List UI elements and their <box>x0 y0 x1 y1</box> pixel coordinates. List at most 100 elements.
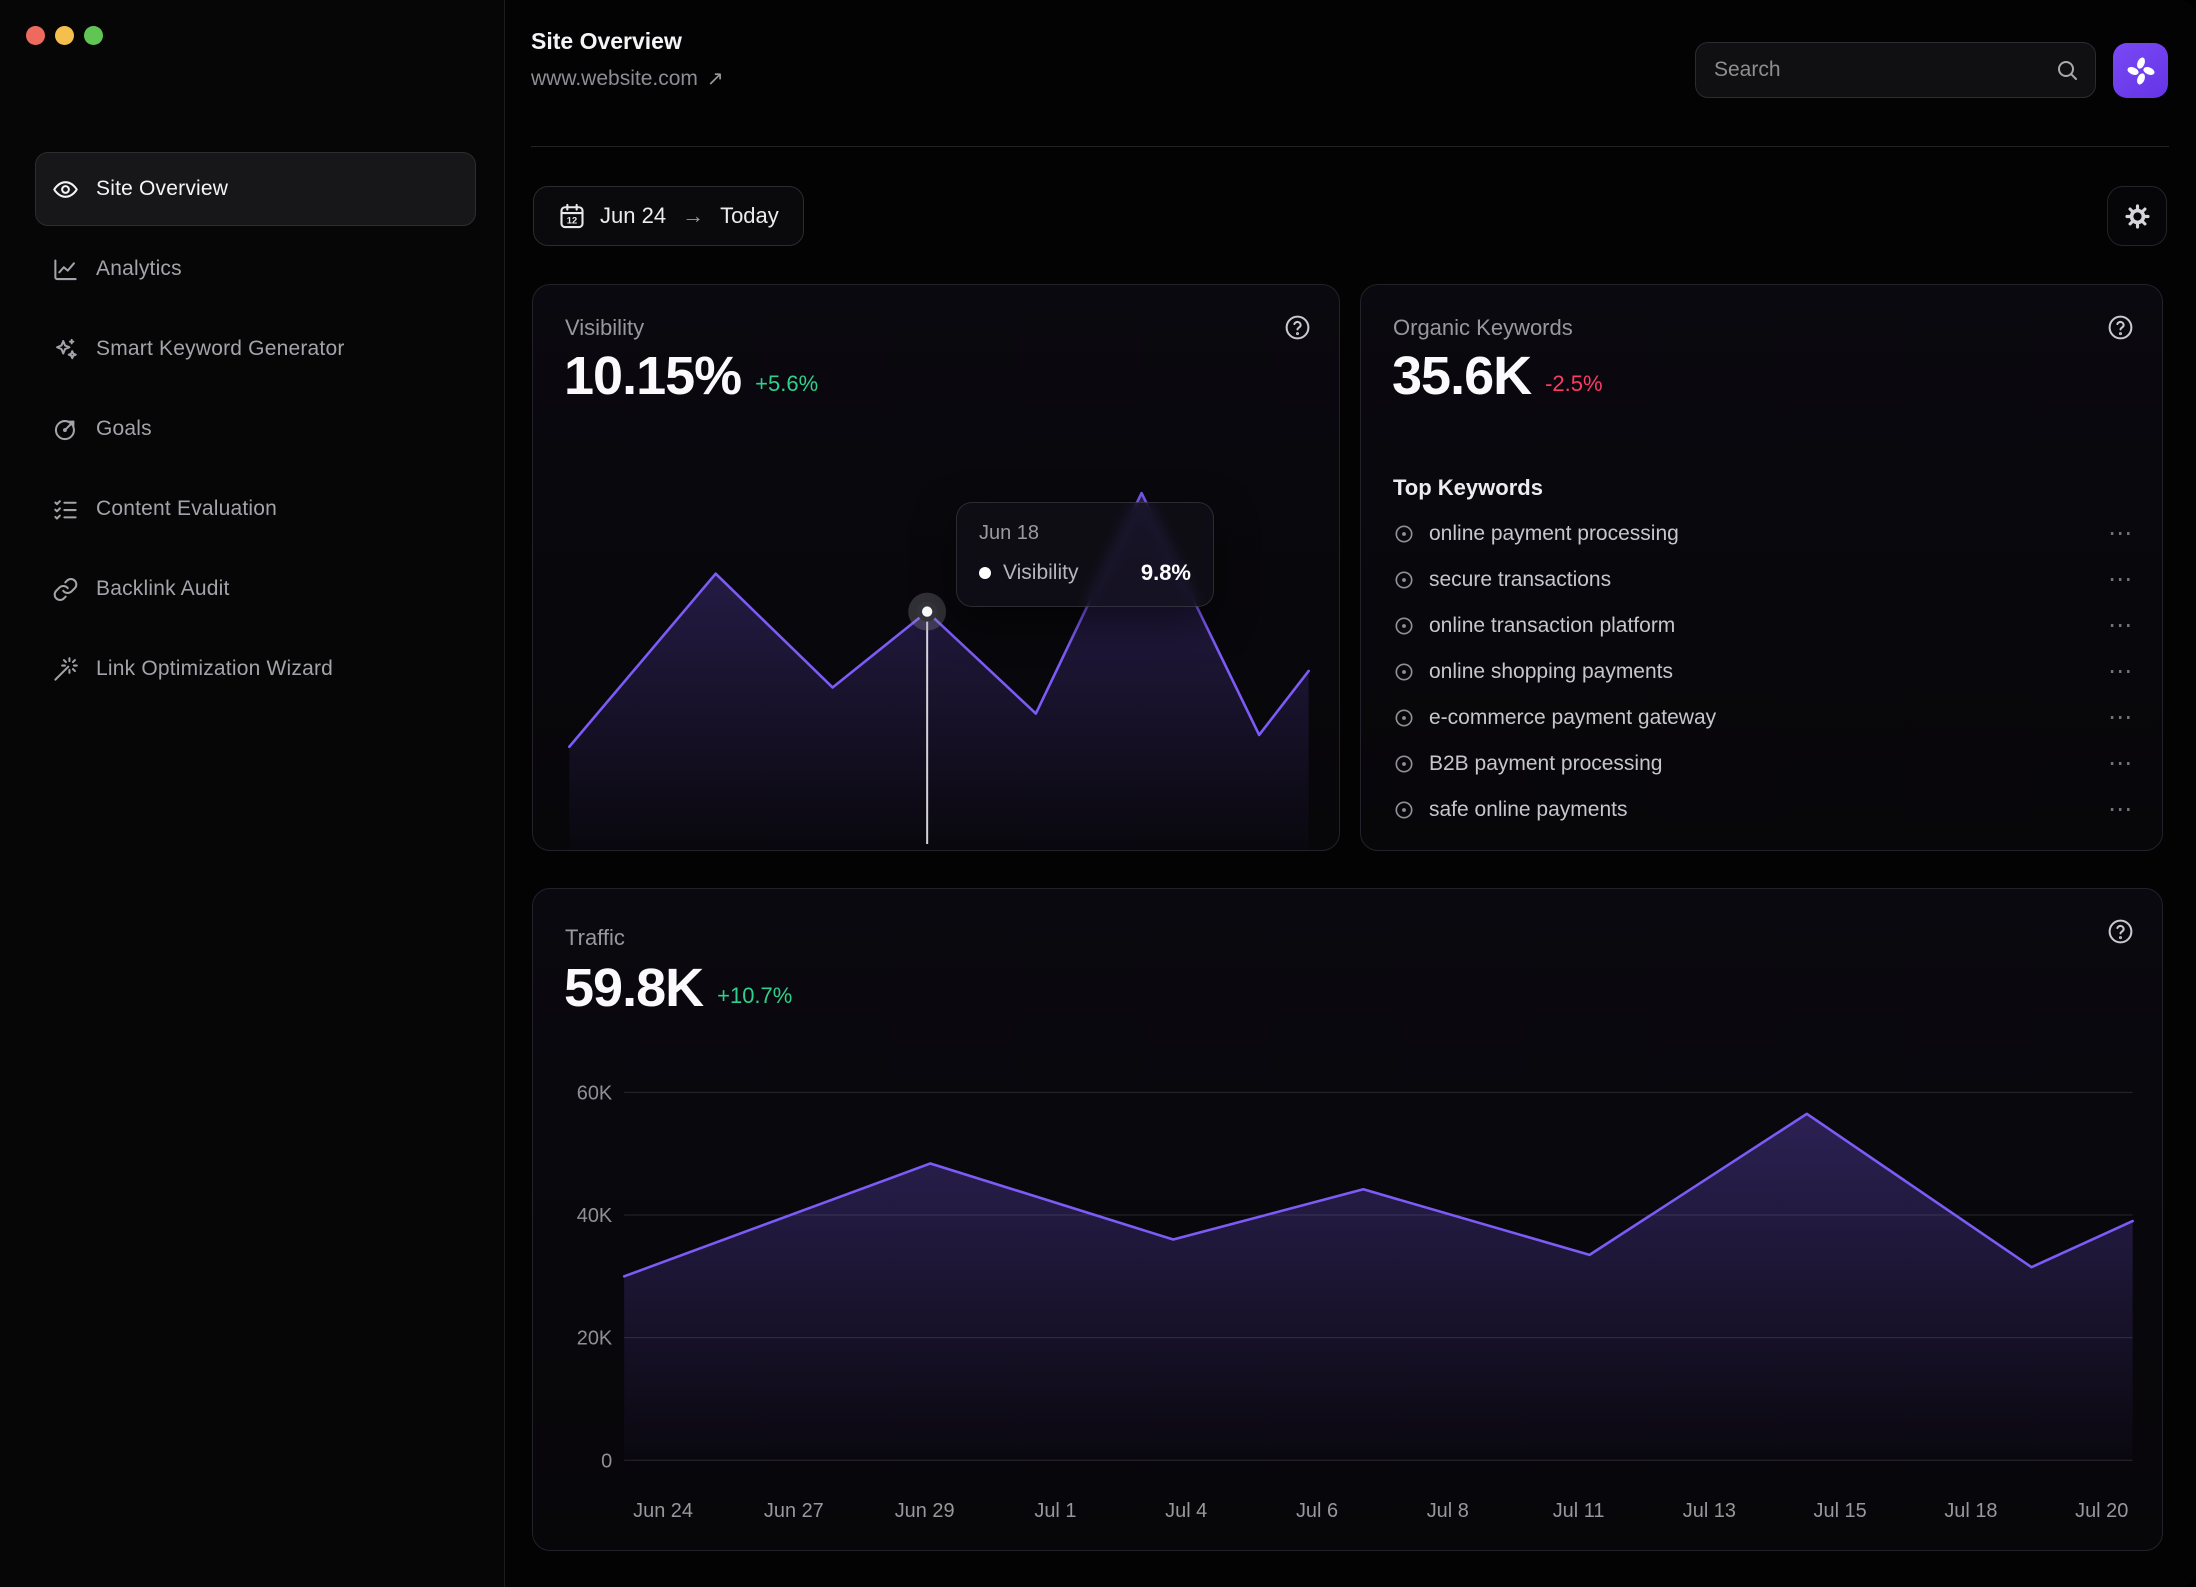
x-tick-label: Jul 20 <box>2075 1500 2128 1522</box>
main-content: Site Overview www.website.com ↗ <box>505 0 2196 1587</box>
search-box <box>1695 42 2096 98</box>
keyword-row-menu-button[interactable]: ⋯ <box>2108 614 2134 638</box>
sidebar-item-analytics[interactable]: Analytics <box>35 232 476 306</box>
site-url-text: www.website.com <box>531 67 698 91</box>
organic-keywords-delta: -2.5% <box>1545 371 1602 397</box>
keyword-row-menu-button[interactable]: ⋯ <box>2108 522 2134 546</box>
maximize-button[interactable] <box>84 26 103 45</box>
x-tick-label: Jul 4 <box>1165 1500 1207 1522</box>
x-tick-label: Jul 6 <box>1296 1500 1338 1522</box>
x-tick-label: Jul 18 <box>1944 1500 1997 1522</box>
chart-tooltip: Jun 18 Visibility 9.8% <box>956 502 1214 607</box>
top-keywords-title: Top Keywords <box>1393 475 1543 501</box>
marker-dot <box>922 606 932 616</box>
keyword-row-menu-button[interactable]: ⋯ <box>2108 660 2134 684</box>
circle-dot-icon <box>1393 661 1415 683</box>
minimize-button[interactable] <box>55 26 74 45</box>
gear-icon <box>2123 202 2152 231</box>
circle-dot-icon <box>1393 799 1415 821</box>
app-logo-button[interactable] <box>2113 43 2168 98</box>
keyword-row: B2B payment processing ⋯ <box>1393 741 2134 787</box>
organic-keywords-help-button[interactable] <box>2104 311 2136 343</box>
sidebar-item-goals[interactable]: Goals <box>35 392 476 466</box>
calendar-icon: 12 <box>558 202 586 230</box>
sidebar-item-label: Goals <box>96 417 152 441</box>
keyword-row-menu-button[interactable]: ⋯ <box>2108 706 2134 730</box>
x-tick-label: Jul 11 <box>1553 1500 1605 1522</box>
x-tick-label: Jul 8 <box>1427 1500 1469 1522</box>
app-window: Site OverviewAnalytics Smart Keyword Gene… <box>0 0 2196 1587</box>
search-input[interactable] <box>1696 58 2055 82</box>
sidebar-item-site-overview[interactable]: Site Overview <box>35 152 476 226</box>
circle-dot-icon <box>1393 753 1415 775</box>
x-tick-label: Jul 13 <box>1683 1500 1736 1522</box>
keyword-text: online shopping payments <box>1429 660 1673 684</box>
line-chart-icon <box>52 256 79 283</box>
sidebar-item-backlink-audit[interactable]: Backlink Audit <box>35 552 476 626</box>
keyword-row: online payment processing ⋯ <box>1393 511 2134 557</box>
keyword-text: safe online payments <box>1429 798 1627 822</box>
sidebar-item-label: Smart Keyword Generator <box>96 337 345 361</box>
visibility-chart[interactable] <box>533 285 1339 850</box>
keyword-row: secure transactions ⋯ <box>1393 557 2134 603</box>
sparkles-icon <box>52 336 79 363</box>
arrow-right-icon: → <box>680 203 706 229</box>
site-url-link[interactable]: www.website.com ↗ <box>531 66 724 91</box>
keyword-row-menu-button[interactable]: ⋯ <box>2108 798 2134 822</box>
external-link-icon: ↗ <box>707 66 724 91</box>
visibility-card: Visibility 10.15% +5.6% Jun 18 Visibilit… <box>532 284 1340 851</box>
keyword-row: online transaction platform ⋯ <box>1393 603 2134 649</box>
y-tick-label: 60K <box>577 1082 613 1104</box>
eye-icon <box>52 176 79 203</box>
circle-dot-icon <box>1393 523 1415 545</box>
tooltip-series-name: Visibility <box>1003 561 1078 585</box>
y-tick-label: 0 <box>601 1450 612 1472</box>
organic-keywords-label: Organic Keywords <box>1393 315 1573 341</box>
traffic-chart[interactable]: 60K 40K 20K 0 Jun 24 Jun 27 Jun 29 Jul 1 Jul 4 Ju… <box>533 889 2162 1550</box>
keyword-row-menu-button[interactable]: ⋯ <box>2108 568 2134 592</box>
keyword-text: B2B payment processing <box>1429 752 1662 776</box>
sidebar-item-smart-keyword-generator[interactable]: Smart Keyword Generator <box>35 312 476 386</box>
close-button[interactable] <box>26 26 45 45</box>
x-tick-label: Jun 27 <box>764 1500 824 1522</box>
circle-dot-icon <box>1393 707 1415 729</box>
sidebar: Site OverviewAnalytics Smart Keyword Gene… <box>0 0 505 1587</box>
wand-icon <box>52 656 79 683</box>
keyword-row-menu-button[interactable]: ⋯ <box>2108 752 2134 776</box>
keywords-list: online payment processing⋯secure transac… <box>1393 511 2134 833</box>
list-checks-icon <box>52 496 79 523</box>
tooltip-date: Jun 18 <box>979 522 1191 545</box>
x-tick-label: Jul 1 <box>1034 1500 1076 1522</box>
svg-text:12: 12 <box>567 216 577 226</box>
y-tick-label: 40K <box>577 1205 613 1227</box>
organic-keywords-card: Organic Keywords 35.6K -2.5% Top Keyword… <box>1360 284 2163 851</box>
tooltip-value: 9.8% <box>1141 560 1191 586</box>
keyword-text: online transaction platform <box>1429 614 1675 638</box>
keyword-row: safe online payments ⋯ <box>1393 787 2134 833</box>
organic-keywords-value: 35.6K <box>1392 349 1531 403</box>
sidebar-item-label: Link Optimization Wizard <box>96 657 333 681</box>
sidebar-nav: Site OverviewAnalytics Smart Keyword Gene… <box>35 152 476 706</box>
sidebar-item-label: Content Evaluation <box>96 497 277 521</box>
x-tick-label: Jun 29 <box>895 1500 955 1522</box>
x-tick-label: Jun 24 <box>633 1500 693 1522</box>
target-icon <box>52 416 79 443</box>
keyword-row: online shopping payments ⋯ <box>1393 649 2134 695</box>
y-tick-label: 20K <box>577 1328 613 1350</box>
date-range-end: Today <box>720 203 779 229</box>
sidebar-item-content-evaluation[interactable]: Content Evaluation <box>35 472 476 546</box>
chart-area-fill <box>624 1114 2132 1460</box>
traffic-card: Traffic 59.8K +10.7% 60K40K20K0Jun 24Jun… <box>532 888 2163 1551</box>
pinwheel-logo-icon <box>2124 54 2158 88</box>
settings-button[interactable] <box>2107 186 2167 246</box>
keyword-text: online payment processing <box>1429 522 1679 546</box>
keyword-text: secure transactions <box>1429 568 1611 592</box>
date-range-start: Jun 24 <box>600 203 666 229</box>
sidebar-item-label: Backlink Audit <box>96 577 230 601</box>
link-icon <box>52 576 79 603</box>
header-divider <box>531 146 2169 147</box>
tooltip-series-dot <box>979 567 991 579</box>
sidebar-item-link-optimization-wizard[interactable]: Link Optimization Wizard <box>35 632 476 706</box>
window-controls <box>26 26 103 45</box>
date-range-button[interactable]: 12 Jun 24 → Today <box>533 186 804 246</box>
